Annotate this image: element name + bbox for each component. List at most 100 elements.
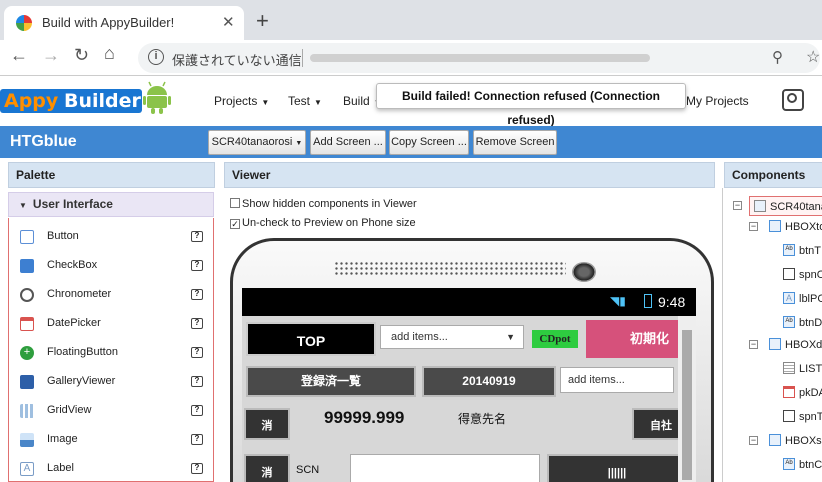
back-icon[interactable]: ← xyxy=(10,45,28,66)
scrollbar-thumb[interactable] xyxy=(682,330,692,480)
date-button[interactable]: 20140919 xyxy=(422,366,556,397)
component-btnd[interactable]: btnD xyxy=(799,317,822,329)
help-icon[interactable]: ? xyxy=(191,463,203,474)
copy-screen-button[interactable]: Copy Screen ... xyxy=(389,130,469,155)
checkbox-icon xyxy=(20,259,34,273)
dropdown-icon: ▼ xyxy=(506,332,515,342)
collapse-toggle[interactable]: − xyxy=(749,222,758,231)
menu-test[interactable]: Test ▼ xyxy=(288,94,322,108)
component-btnc[interactable]: btnC xyxy=(799,459,822,471)
help-icon[interactable]: ? xyxy=(191,231,203,242)
address-bar[interactable]: i 保護されていない通信 ⚲ ☆ xyxy=(138,43,820,73)
palette-item-checkbox[interactable]: CheckBox? xyxy=(9,251,213,280)
collapse-toggle[interactable]: − xyxy=(733,201,742,210)
component-spno[interactable]: spnO xyxy=(799,269,822,281)
amount-label: 99999.999 xyxy=(324,408,405,427)
help-icon[interactable]: ? xyxy=(191,434,203,445)
collapse-toggle[interactable]: − xyxy=(749,436,758,445)
palette-item-datepicker[interactable]: DatePicker? xyxy=(9,309,213,338)
datepicker-icon xyxy=(783,386,795,398)
component-spnt[interactable]: spnT xyxy=(799,411,822,423)
hbox-icon xyxy=(769,338,781,350)
palette-item-floatingbutton[interactable]: + FloatingButton? xyxy=(9,338,213,367)
palette-item-chronometer[interactable]: Chronometer? xyxy=(9,280,213,309)
search-icon[interactable] xyxy=(782,89,804,111)
barcode-button[interactable]: |||||| xyxy=(547,454,678,482)
components-header: Components xyxy=(724,162,822,188)
reload-icon[interactable]: ↻ xyxy=(74,45,89,66)
registered-list-button[interactable]: 登録済一覧 xyxy=(246,366,416,397)
help-icon[interactable]: ? xyxy=(191,405,203,416)
add-screen-button[interactable]: Add Screen ... xyxy=(310,130,386,155)
image-icon xyxy=(20,433,34,447)
palette-item-button[interactable]: Button? xyxy=(9,222,213,251)
component-hboxsh[interactable]: HBOXsh xyxy=(785,435,822,447)
cdpot-button[interactable]: CDpot xyxy=(532,330,578,348)
screen-selector[interactable]: SCR40tanaorosi ▼ xyxy=(208,130,306,155)
menu-projects[interactable]: Projects ▼ xyxy=(214,94,269,108)
status-time: 9:48 xyxy=(658,294,686,310)
palette-list: Button? CheckBox? Chronometer? DatePicke… xyxy=(8,218,214,482)
home-icon[interactable]: ⌂ xyxy=(104,43,115,64)
delete-button-1[interactable]: 消 xyxy=(244,408,290,440)
palette-category-user-interface[interactable]: ▼ User Interface xyxy=(8,192,214,217)
help-icon[interactable]: ? xyxy=(191,289,203,300)
zoom-icon[interactable]: ⚲ xyxy=(772,48,783,66)
bookmark-star-icon[interactable]: ☆ xyxy=(806,47,820,67)
new-tab-icon[interactable]: + xyxy=(256,8,269,34)
show-hidden-checkbox[interactable]: Show hidden components in Viewer xyxy=(230,198,417,210)
spinner-icon xyxy=(783,410,795,422)
project-toolbar: HTGblue SCR40tanaorosi ▼ Add Screen ... … xyxy=(0,126,822,158)
remove-screen-button[interactable]: Remove Screen xyxy=(473,130,557,155)
palette-item-label[interactable]: A Label? xyxy=(9,454,213,482)
appybuilder-logo[interactable]: Appy Builder xyxy=(0,89,142,113)
label-icon: A xyxy=(783,292,795,304)
palette-item-image[interactable]: Image? xyxy=(9,425,213,454)
forward-icon[interactable]: → xyxy=(42,45,60,66)
project-name: HTGblue xyxy=(10,133,77,150)
delete-button-2[interactable]: 消 xyxy=(244,454,290,482)
scn-textbox[interactable] xyxy=(350,454,540,482)
listview-icon xyxy=(783,362,795,374)
close-tab-icon[interactable]: ✕ xyxy=(222,13,235,31)
add-items-spinner-1[interactable]: add items... ▼ xyxy=(380,325,524,349)
my-projects-link[interactable]: My Projects xyxy=(686,94,749,108)
button-icon xyxy=(20,230,34,244)
phone-camera xyxy=(572,262,596,282)
preview-size-checkbox[interactable]: ✓ Un-check to Preview on Phone size xyxy=(230,217,416,229)
help-icon[interactable]: ? xyxy=(191,260,203,271)
button-icon: Ab xyxy=(783,316,795,328)
gallery-viewer-icon xyxy=(20,375,34,389)
gridview-icon xyxy=(20,404,34,418)
hbox-icon xyxy=(769,220,781,232)
button-icon: Ab xyxy=(783,458,795,470)
component-lblpc[interactable]: lblPC xyxy=(799,293,822,305)
help-icon[interactable]: ? xyxy=(191,318,203,329)
palette-item-galleryviewer[interactable]: GalleryViewer? xyxy=(9,367,213,396)
component-btnt[interactable]: btnT xyxy=(799,245,821,257)
tab-title: Build with AppyBuilder! xyxy=(42,15,175,30)
browser-tab[interactable]: Build with AppyBuilder! ✕ xyxy=(4,6,244,40)
component-hboxto[interactable]: HBOXto xyxy=(785,221,822,233)
chronometer-icon xyxy=(20,288,34,302)
init-button[interactable]: 初期化 xyxy=(586,320,678,358)
help-icon[interactable]: ? xyxy=(191,376,203,387)
help-icon[interactable]: ? xyxy=(191,347,203,358)
component-hboxda[interactable]: HBOXda xyxy=(785,339,822,351)
components-tree: − SCR40tanaorosi − HBOXto Ab btnT spnO A… xyxy=(722,188,822,482)
customer-name-label: 得意先名 xyxy=(458,412,507,426)
collapse-toggle[interactable]: − xyxy=(749,340,758,349)
component-pkda[interactable]: pkDA xyxy=(799,387,822,399)
screen-scrollbar[interactable] xyxy=(678,316,696,482)
add-items-spinner-2[interactable]: add items... xyxy=(560,367,674,393)
info-icon[interactable]: i xyxy=(148,49,164,65)
appybuilder-favicon-icon xyxy=(16,15,32,31)
self-company-button[interactable]: 自社 xyxy=(632,408,678,440)
wifi-signal-icon: ◥▮ xyxy=(610,294,626,308)
top-label[interactable]: TOP xyxy=(246,322,376,356)
component-list[interactable]: LIST xyxy=(799,363,822,375)
palette-item-gridview[interactable]: GridView? xyxy=(9,396,213,425)
phone-status-bar: ◥▮ 9:48 xyxy=(242,288,696,316)
build-failed-toast: Build failed! Connection refused (Connec… xyxy=(376,83,686,127)
component-screen[interactable]: SCR40tanaorosi xyxy=(749,196,822,216)
